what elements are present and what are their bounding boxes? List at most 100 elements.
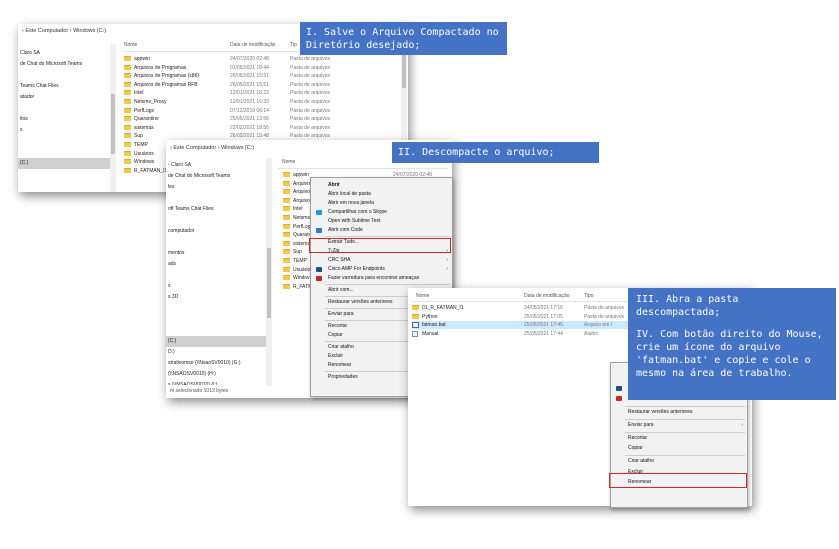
sidebar-item[interactable]: itos	[18, 114, 110, 125]
table-row[interactable]: Python 25/05/2021 17:05 Pasta de arquivos	[412, 313, 628, 321]
table-row[interactable]: Arquivos de Programas 01/05/2021 18:44 Pas…	[124, 64, 404, 72]
menu-item[interactable]: Abrir com Code	[311, 226, 452, 235]
sidebar-item[interactable]	[18, 70, 110, 81]
table-row[interactable]: 01_R_FATMAN_I1 24/05/2021 17:16 Pasta de a…	[412, 304, 628, 312]
file-name: appwin	[293, 172, 309, 178]
folder-icon	[124, 124, 131, 130]
folder-icon	[283, 258, 290, 263]
file-type: Pasta de arquivos	[290, 64, 331, 71]
breadcrumb-item[interactable]: Este Computador	[25, 28, 68, 34]
breadcrumb-arrow-icon: ›	[69, 28, 72, 34]
breadcrumb[interactable]: › Este Computador › Windows (C:)	[170, 145, 254, 151]
sidebar-item[interactable]: s	[18, 125, 110, 136]
breadcrumb-item[interactable]: Windows (C:)	[221, 145, 254, 151]
menu-item-label: Restaurar versões anteriores	[328, 299, 393, 305]
file-date: 25/05/2021 17:05	[524, 313, 563, 320]
sidebar-item[interactable]	[166, 193, 266, 204]
menu-item[interactable]: Copiar	[611, 444, 747, 453]
sidebar-item[interactable]: computador	[166, 226, 266, 237]
breadcrumb-arrow-icon: ›	[170, 145, 172, 151]
sidebar-item[interactable]	[166, 215, 266, 226]
sidebar-item[interactable]: D:)	[166, 347, 266, 358]
table-row[interactable]: fatman.bat 25/05/2021 17:45 Arquivo em l	[412, 321, 628, 330]
folder-icon	[283, 197, 290, 203]
table-row[interactable]: Quarantine 25/05/2021 13:56 Pasta de arqui…	[124, 115, 404, 123]
menu-separator	[325, 284, 450, 285]
sidebar-item[interactable]: Claro SA	[18, 48, 110, 59]
column-header-type[interactable]: Tipo	[584, 293, 594, 299]
menu-item-label: Abrir com Code	[328, 227, 363, 233]
table-row[interactable]: Arquivos de Programas (x86) 26/05/2021 15…	[124, 72, 404, 80]
folder-icon	[124, 99, 131, 104]
menu-item-label: Abrir local de pasta	[328, 191, 371, 197]
sidebar-item[interactable]: (C:)	[166, 336, 266, 347]
folder-icon	[283, 215, 290, 220]
sidebar-item[interactable]	[166, 314, 266, 325]
file-name: Arquivo	[293, 197, 310, 204]
folder-icon	[283, 249, 290, 255]
menu-item-label: Abrir em nova janela	[328, 200, 374, 206]
menu-item[interactable]: Compartilhar com o Skype	[311, 208, 452, 217]
column-header-name[interactable]: Nome	[416, 293, 429, 299]
table-row[interactable]: PerfLogs 07/12/2019 06:14 Pasta de arquivo…	[124, 107, 404, 115]
column-header-date[interactable]: Data de modificação	[230, 42, 276, 48]
sidebar-item[interactable]	[18, 136, 110, 147]
column-header-name[interactable]: Nome	[124, 42, 137, 48]
file-name: Intel	[293, 206, 303, 213]
menu-item[interactable]: Cisco AMP For Endpoints ›	[311, 265, 452, 274]
column-header-date[interactable]: Data de modificação	[524, 293, 570, 299]
navigation-scrollbar[interactable]	[266, 158, 272, 386]
sidebar-item[interactable]: de Chat do Microsoft Teams	[166, 171, 266, 182]
sidebar-item[interactable]: atador	[18, 92, 110, 103]
menu-item[interactable]: Fazer varredura para encontrar ameaças	[311, 274, 452, 283]
menu-item[interactable]: Abrir	[311, 181, 452, 190]
sidebar-item[interactable]	[166, 325, 266, 336]
callout-step-4-text: IV. Com botão direito do Mouse, crie um …	[636, 329, 823, 379]
menu-item[interactable]: Abrir local de pasta	[311, 190, 452, 199]
sidebar-item[interactable]: (C:)	[18, 158, 110, 169]
menu-item[interactable]: Open with Sublime Text	[311, 217, 452, 226]
menu-item-label: CRC SHA	[328, 257, 351, 263]
menu-item[interactable]: Recortar	[611, 434, 747, 443]
sidebar-item[interactable]: s	[166, 281, 266, 292]
sidebar-item[interactable]: mentos	[166, 248, 266, 259]
breadcrumb-item[interactable]: Windows (C:)	[73, 28, 106, 34]
folder-icon	[124, 116, 131, 122]
sidebar-item[interactable]: Teams Chat Files	[18, 81, 110, 92]
breadcrumb-item[interactable]: Este Computador	[173, 145, 216, 151]
table-row[interactable]: Netsms_Proxy 12/01/2021 16:33 Pasta de arq…	[124, 98, 404, 106]
table-row[interactable]: Intel 12/01/2021 16:23 Pasta de arquivos	[124, 89, 404, 97]
sidebar-item[interactable]: - Claro SA	[166, 160, 266, 171]
callout-step-2-text: II. Descompacte o arquivo;	[398, 147, 555, 158]
column-header-name[interactable]: Nome	[282, 159, 295, 165]
sidebar-item[interactable]: oft Teams Chat Files	[166, 204, 266, 215]
sidebar-item[interactable]: s (\\NSAOSV0010) (I:)	[166, 380, 266, 385]
table-row[interactable]: Manual 25/05/2021 17:44 Atalho	[412, 330, 628, 338]
sidebar-item[interactable]: de Chat do Microsoft Teams	[18, 59, 110, 70]
sidebar-item[interactable]: les	[166, 182, 266, 193]
file-name: PerfLogs	[134, 107, 155, 114]
menu-item[interactable]: CRC SHA ›	[311, 256, 452, 265]
column-header-type[interactable]: Tip	[290, 42, 297, 48]
table-row[interactable]: Arquivos de Programas RFB 26/05/2021 15:5…	[124, 81, 404, 89]
sidebar-item[interactable]	[166, 303, 266, 314]
sidebar-item[interactable]: s 3D	[166, 292, 266, 303]
menu-item[interactable]: Criar atalho	[611, 457, 747, 466]
table-row[interactable]: appwin 24/07/2020 02:48 Pasta de arquivos	[124, 55, 404, 63]
sidebar-item[interactable]: ads	[166, 259, 266, 270]
callout-step-3-text: III. Abra a pasta descompactada;	[636, 294, 739, 318]
folder-icon	[283, 266, 290, 272]
file-date: 26/05/2021 15:51	[230, 73, 269, 80]
sidebar-item[interactable]	[18, 147, 110, 158]
sidebar-item[interactable]	[166, 237, 266, 248]
menu-item[interactable]: Enviar para ›	[611, 421, 747, 430]
sidebar-item[interactable]	[166, 270, 266, 281]
menu-item[interactable]: Restaurar versões anteriores	[611, 408, 747, 417]
menu-item[interactable]: Abrir em nova janela	[311, 199, 452, 208]
navigation-scrollbar[interactable]	[110, 44, 116, 192]
sidebar-item[interactable]: (\\NSAOSV0010) (H:)	[166, 369, 266, 380]
sidebar-item[interactable]	[18, 103, 110, 114]
sidebar-item[interactable]: strativomso (\\NsaoSV0010) (G:)	[166, 358, 266, 369]
breadcrumb[interactable]: › Este Computador › Windows (C:)	[22, 28, 106, 34]
table-row[interactable]: sistemas 22/02/2021 18:56 Pasta de arquivo…	[124, 124, 404, 132]
